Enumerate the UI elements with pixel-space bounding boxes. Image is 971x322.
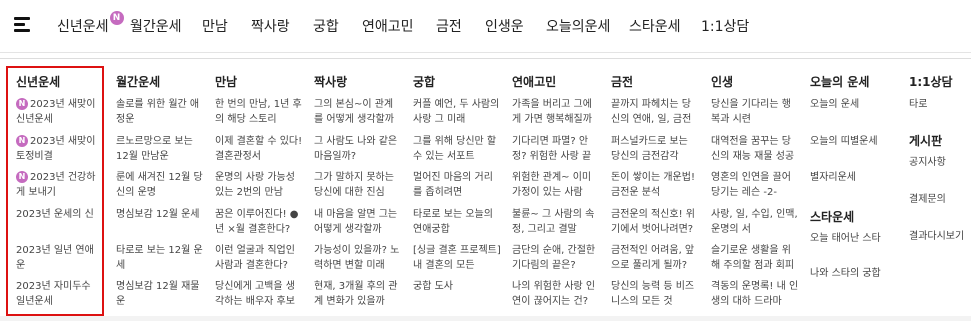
column-title: 1:1상담 (909, 75, 953, 89)
menu-item[interactable]: 룬에 새겨진 12월 당신의 운명 (116, 170, 204, 200)
menu-item[interactable]: 꿈은 이루어진다! ● 년 ×월 결혼한다? (215, 207, 303, 237)
menu-item[interactable]: 이런 얼굴과 직업인 사람과 결혼한다? (215, 243, 303, 273)
menu-item[interactable]: 한 번의 만남, 1년 후의 해당 스토리 (215, 97, 303, 127)
menu-item[interactable]: 당신에게 고백을 생각하는 배우자 후보 (215, 279, 303, 309)
menu-item[interactable]: [싱글 결혼 프로젝트] 내 결혼의 모든 (413, 243, 501, 273)
nav-item-label: 신년운세 (57, 19, 109, 35)
menu-item[interactable]: 가능성이 있을까? 노력하면 변할 미래 (314, 243, 402, 273)
menu-item[interactable]: 대역전을 꿈꾸는 당신의 재능 재물 성공 (711, 134, 799, 164)
column-title: 오늘의 운세 (810, 75, 870, 89)
nav-item-life[interactable]: 인생운 (485, 16, 524, 36)
menu-item[interactable]: 현재, 3개월 후의 관계 변화가 있을까 (314, 279, 402, 309)
menu-item[interactable]: 사랑, 일, 수입, 인맥, 운명의 서 (711, 207, 799, 237)
column-subtitle: 스타운세 (810, 210, 855, 224)
menu-item[interactable]: 위험한 관계~ 이미 가정이 있는 사람 (512, 170, 600, 200)
menu-item[interactable]: 르노르망으로 보는 12월 만남운 (116, 134, 204, 164)
nav-item-money[interactable]: 금전 (436, 16, 462, 36)
column-title: 만남 (215, 75, 238, 89)
menu-item[interactable]: 그를 위해 당신만 할 수 있는 서포트 (413, 134, 501, 164)
menu-item[interactable]: 타로 (909, 97, 969, 112)
menu-item[interactable]: 나와 스타의 궁합 (810, 266, 898, 281)
menu-item[interactable]: 명심보감 12월 재물운 (116, 279, 204, 309)
column-title: 궁합 (413, 75, 436, 89)
menu-item[interactable]: 나의 위험한 사랑 인연이 끊어지는 건? (512, 279, 600, 309)
menu-item[interactable]: 당신의 능력 등 비즈니스의 모든 것 (611, 279, 699, 309)
menu-item[interactable]: 커플 예언, 두 사람의 사랑 그 미래 (413, 97, 501, 127)
menu-item[interactable]: 내 마음을 알면 그는 어떻게 생각할까 (314, 207, 402, 237)
bottom-divider (0, 316, 971, 321)
nav-item-compatibility[interactable]: 궁합 (313, 16, 339, 36)
column-title: 월간운세 (116, 75, 161, 89)
menu-item[interactable]: 공지사항 (909, 155, 969, 170)
nav-item-crush[interactable]: 짝사랑 (251, 16, 290, 36)
menu-item[interactable]: 타로로 보는 12월 운세 (116, 243, 204, 273)
menu-item[interactable]: 오늘의 운세 (810, 97, 898, 112)
menu-item[interactable]: 궁합 도사 (413, 279, 501, 294)
menu-item[interactable]: 오늘의 띠별운세 (810, 134, 898, 149)
nav-item-star[interactable]: 스타운세 (629, 16, 681, 36)
menu-item[interactable]: 타로로 보는 오늘의 연애궁합 (413, 207, 501, 237)
mega-menu: 신년운세 N 2023년 새맞이 신년운세 N 2023년 새맞이 토정비결 N 20… (0, 58, 971, 322)
menu-item[interactable]: 퍼스널카드로 보는 당신의 금전감각 (611, 134, 699, 164)
menu-item[interactable]: 가족을 버리고 그에게 가면 행복해질까 (512, 97, 600, 127)
menu-item[interactable]: 오늘 태어난 스타 (810, 231, 898, 246)
menu-item[interactable]: 결제문의 (909, 192, 969, 207)
menu-item[interactable]: 격동의 운명록! 내 인생의 대하 드라마 (711, 279, 799, 309)
nav-item-love-worries[interactable]: 연애고민 (362, 16, 414, 36)
nav-item-meeting[interactable]: 만남 (202, 16, 228, 36)
nav-item-today[interactable]: 오늘의운세 (546, 16, 610, 36)
menu-item[interactable]: 돈이 쌓이는 개운법! 금전운 분석 (611, 170, 699, 200)
menu-item[interactable]: 이제 결혼할 수 있다! 결혼관정서 (215, 134, 303, 164)
menu-item[interactable]: 그가 말하지 못하는 당신에 대한 진심 (314, 170, 402, 200)
nav-item-consult[interactable]: 1:1상담 (701, 16, 749, 36)
menu-item[interactable]: 솔로를 위한 월간 애정운 (116, 97, 204, 127)
menu-item[interactable]: 금단의 순애, 간절한 기다림의 끝은? (512, 243, 600, 273)
menu-item[interactable]: 그의 본심~이 관계를 어떻게 생각할까 (314, 97, 402, 127)
highlight-box (6, 66, 104, 316)
menu-item[interactable]: 멀어진 마음의 거리를 좁히려면 (413, 170, 501, 200)
menu-item[interactable]: 금전적인 어려움, 앞으로 풀리게 될까? (611, 243, 699, 273)
menu-item[interactable]: 영혼의 인연을 끌어당기는 레슨 -2- (711, 170, 799, 200)
menu-item[interactable]: 불륜~ 그 사람의 속정, 그리고 결말 (512, 207, 600, 237)
top-navigation: 신년운세N 월간운세 만남 짝사랑 궁합 연애고민 금전 인생운 오늘의운세 스… (0, 0, 971, 53)
new-badge: N (109, 11, 124, 25)
column-title: 짝사랑 (314, 75, 348, 89)
menu-item[interactable]: 슬기로운 생활을 위해 주의할 점과 회피 (711, 243, 799, 273)
menu-item[interactable]: 별자리운세 (810, 170, 898, 185)
menu-item[interactable]: 당신을 기다리는 행복과 시련 (711, 97, 799, 127)
menu-item[interactable]: 명심보감 12월 운세 (116, 207, 204, 222)
nav-item-new-year[interactable]: 신년운세N (57, 11, 124, 36)
column-title: 연애고민 (512, 75, 557, 89)
menu-icon[interactable] (14, 16, 32, 34)
column-subtitle: 게시판 (909, 134, 943, 148)
menu-item[interactable]: 결과다시보기 (909, 229, 971, 244)
menu-item[interactable]: 기다리면 파멸? 안정? 위험한 사랑 끝 (512, 134, 600, 164)
nav-item-monthly[interactable]: 월간운세 (130, 16, 182, 36)
menu-item[interactable]: 운명의 사랑 가능성 있는 2번의 만남 (215, 170, 303, 200)
menu-item[interactable]: 그 사람도 나와 같은 마음일까? (314, 134, 402, 164)
column-title: 금전 (611, 75, 634, 89)
menu-item[interactable]: 금전운의 적신호! 위기에서 벗어나려면? (611, 207, 699, 237)
column-title: 인생 (711, 75, 734, 89)
menu-item[interactable]: 끝까지 파헤치는 당신의 연애, 일, 금전 (611, 97, 699, 127)
